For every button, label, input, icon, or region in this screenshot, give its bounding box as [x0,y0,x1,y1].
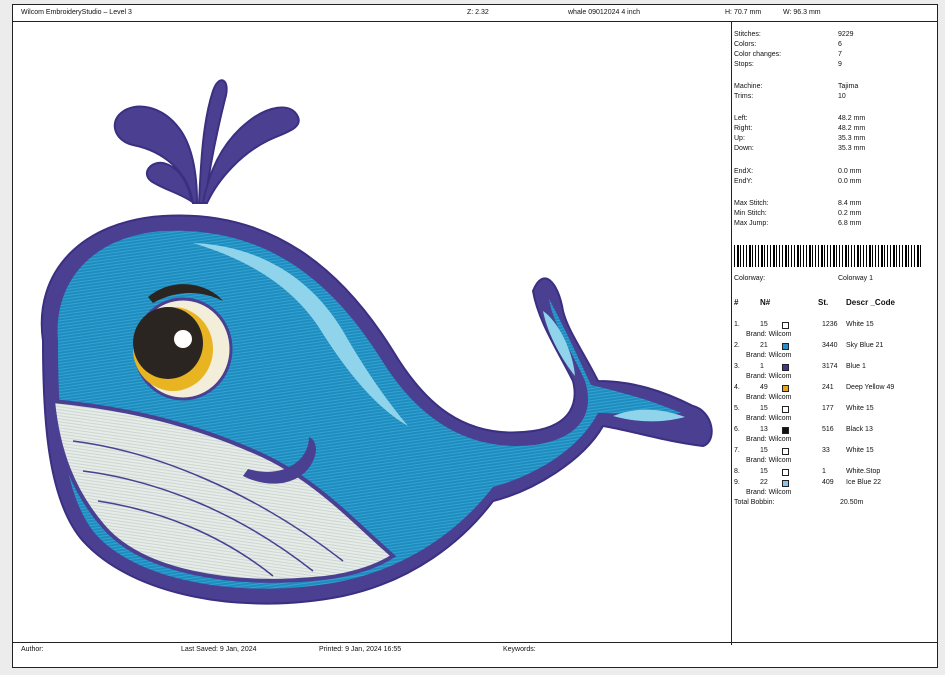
color-swatch [782,469,789,476]
stat-min-stitch: Min Stitch: 0.2 mm [734,210,862,217]
last-saved: Last Saved: 9 Jan, 2024 [181,646,257,653]
color-swatch [782,385,789,392]
print-preview-sheet: Wilcom EmbroideryStudio – Level 3 Z: 2.3… [12,4,938,668]
panel-divider [731,21,732,645]
stat-max-stitch: Max Stitch: 8.4 mm [734,200,862,207]
stat-up: Up: 35.3 mm [734,135,866,142]
author-label: Author: [21,646,44,653]
app-title: Wilcom EmbroideryStudio – Level 3 [21,9,132,16]
colorway-label: Colorway: [734,275,766,282]
stat-trims: Trims: 10 [734,93,846,100]
color-swatch [782,364,789,371]
stat-colors: Colors: 6 [734,41,842,48]
spout-shape [113,79,300,204]
keywords-label: Keywords: [503,646,536,653]
printed-date: Printed: 9 Jan, 2024 16:55 [319,646,402,653]
stat-color-changes: Color changes: 7 [734,51,842,58]
footer-bar: Author: Last Saved: 9 Jan, 2024 Printed:… [13,642,937,667]
color-swatch [782,343,789,350]
color-swatch [782,427,789,434]
stat-left: Left: 48.2 mm [734,115,866,122]
design-canvas [13,21,731,645]
zoom-level: Z: 2.32 [467,9,489,16]
stat-max-jump: Max Jump: 6.8 mm [734,220,862,227]
stat-right: Right: 48.2 mm [734,125,866,132]
color-swatch [782,448,789,455]
design-height: H: 70.7 mm [725,9,762,16]
color-swatch [782,480,789,487]
barcode [734,245,922,267]
colorway-value: Colorway 1 [838,275,874,282]
header-bar: Wilcom EmbroideryStudio – Level 3 Z: 2.3… [13,5,937,22]
stat-stops: Stops: 9 [734,61,842,68]
stat-down: Down: 35.3 mm [734,145,866,152]
stat-machine: Machine: Tajima [734,83,859,90]
design-width: W: 96.3 mm [783,9,821,16]
file-name: whale 09012024 4 inch [568,9,641,16]
color-swatch [782,322,789,329]
whale-embroidery-image [40,79,713,605]
color-swatch [782,406,789,413]
stat-stitches: Stitches: 9229 [734,31,854,38]
stat-endx: EndX: 0.0 mm [734,168,862,175]
stat-endy: EndY: 0.0 mm [734,178,862,185]
